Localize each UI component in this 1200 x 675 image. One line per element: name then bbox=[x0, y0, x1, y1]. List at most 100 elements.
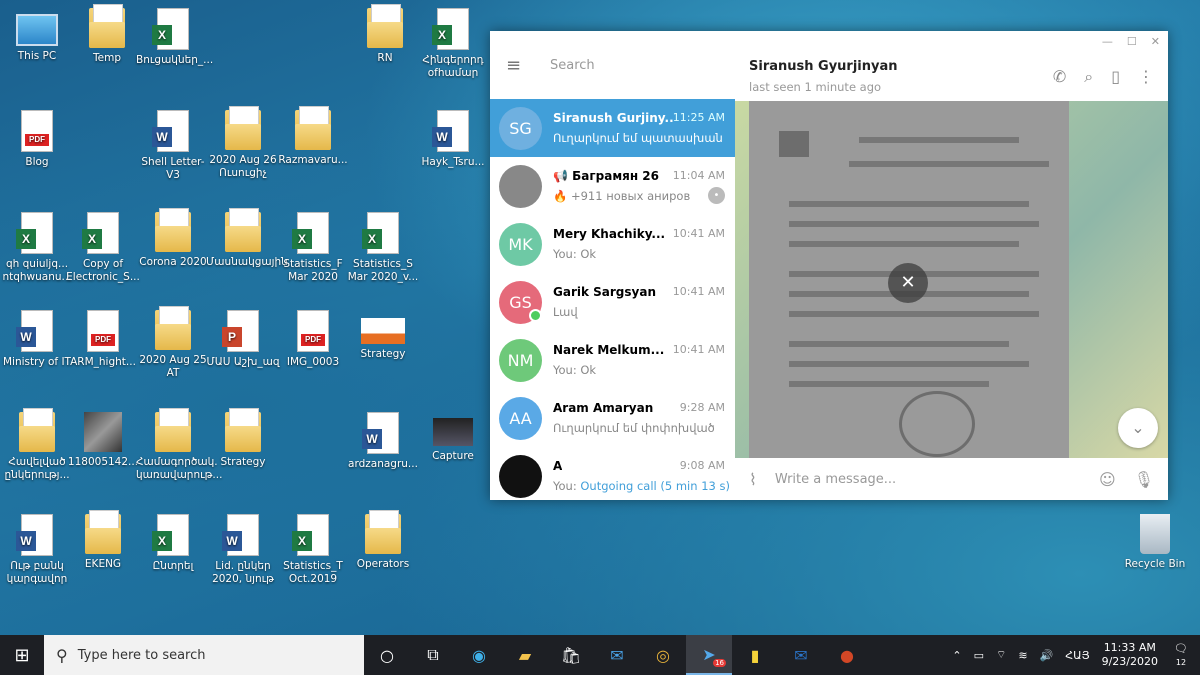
desktop-icon[interactable]: W Ութ բանկ կարգավոր bbox=[0, 514, 74, 586]
desktop-icon[interactable]: Մասնակցային bbox=[206, 208, 288, 269]
language-indicator[interactable]: ՀԱՅ bbox=[1065, 649, 1089, 662]
excel-icon: X bbox=[362, 212, 399, 254]
desktop-icon[interactable]: 2020 Aug 25 AT bbox=[136, 306, 210, 380]
desktop-icon[interactable]: W Hayk_Tsru... bbox=[416, 110, 490, 169]
desktop-icon[interactable]: X Copy of Electronic_S... bbox=[66, 212, 140, 284]
battery-icon[interactable]: ▭ bbox=[974, 649, 984, 662]
chat-list-item[interactable]: 📢 Баграмян 26 11:04 AM 🔥 +911 новых аниров… bbox=[490, 157, 735, 215]
desktop-icon[interactable]: W Shell Letter-V3 bbox=[136, 110, 210, 182]
hamburger-menu-icon[interactable]: ≡ bbox=[506, 55, 524, 76]
message-input[interactable]: Write a message... bbox=[775, 472, 1099, 487]
more-options-icon[interactable]: ⋮ bbox=[1138, 67, 1154, 87]
chat-list-item[interactable]: NM Narek Melkum... 10:41 AM You: Ok bbox=[490, 331, 735, 389]
close-viewer-button[interactable]: ✕ bbox=[888, 263, 928, 303]
search-bar: ≡ Search bbox=[490, 31, 735, 99]
folder-icon bbox=[295, 106, 331, 150]
chat-list-item[interactable]: MK Mery Khachiky... 10:41 AM You: Ok bbox=[490, 215, 735, 273]
chat-list-item[interactable]: GS Garik Sargsyan 10:41 AM Լավ bbox=[490, 273, 735, 331]
chat-preview: Garik Sargsyan 10:41 AM Լավ bbox=[553, 285, 735, 319]
scroll-down-button[interactable]: ⌄ bbox=[1118, 408, 1158, 448]
desktop-icon[interactable]: W Ministry of IT bbox=[0, 310, 74, 369]
desktop-icon[interactable]: X Ընտրել bbox=[136, 514, 210, 573]
volume-icon[interactable]: 🔊 bbox=[1040, 649, 1054, 662]
store-icon[interactable]: 🛍 bbox=[548, 635, 594, 675]
powerpoint-taskbar-icon[interactable]: ● bbox=[824, 635, 870, 675]
desktop-icon[interactable]: PDF IMG_0003 bbox=[276, 310, 350, 369]
chevron-up-icon[interactable]: ⌃ bbox=[952, 649, 961, 662]
desktop-icon[interactable]: W Lid. ընկեր 2020, նյութ bbox=[206, 514, 280, 586]
search-input[interactable]: Search bbox=[550, 58, 595, 73]
windows-start-icon[interactable]: ⊞ bbox=[0, 645, 44, 666]
avatar: GS bbox=[499, 280, 542, 324]
attach-icon[interactable]: ⌇ bbox=[749, 470, 757, 489]
desktop-icon-label: ardzanagru... bbox=[348, 458, 418, 470]
desktop-icon[interactable]: EKENG bbox=[66, 510, 140, 571]
desktop-icon[interactable]: Temp bbox=[70, 4, 144, 65]
desktop-icon[interactable]: X Statistics_S Mar 2020_v... bbox=[346, 212, 420, 284]
desktop-icon[interactable]: PDF Blog bbox=[0, 110, 74, 169]
chat-list-item[interactable]: SG Siranush Gurjiny... 11:25 AM Ուղարկում ե… bbox=[490, 99, 735, 157]
maximize-icon[interactable]: ☐ bbox=[1127, 35, 1137, 48]
chat-header: — ☐ ✕ Siranush Gyurjinyan last seen 1 mi… bbox=[735, 31, 1168, 101]
desktop-icon[interactable]: Operators bbox=[346, 510, 420, 571]
desktop-icon[interactable]: 118005142... bbox=[66, 412, 140, 469]
microphone-icon[interactable]: 🎙 bbox=[1134, 470, 1154, 489]
phone-icon[interactable]: ✆ bbox=[1053, 67, 1066, 87]
close-window-icon[interactable]: ✕ bbox=[1151, 35, 1160, 48]
desktop-icon[interactable]: P ՄԱՍ Աշխ_ազ bbox=[206, 310, 280, 369]
desktop-icon[interactable]: Xqh quiuljq... ntqhwuanu... bbox=[0, 212, 74, 284]
sidebar-toggle-icon[interactable]: ▯ bbox=[1111, 67, 1120, 87]
desktop-icon[interactable]: Strategy bbox=[206, 408, 280, 469]
desktop-icon[interactable]: Համագործակ. կառավարութ... bbox=[136, 408, 222, 482]
desktop-icon[interactable]: X Bnւցակներ_... bbox=[136, 8, 213, 67]
chat-last-message: Ուղարկում եմ փոփոխված bbox=[553, 421, 715, 435]
network-icon[interactable]: ⌔ bbox=[996, 648, 1006, 662]
folder-icon bbox=[155, 306, 191, 350]
chat-time: 11:25 AM bbox=[672, 111, 725, 124]
desktop-icon[interactable]: PDF ARM_hight... bbox=[66, 310, 140, 369]
desktop-icon[interactable]: RN bbox=[348, 4, 422, 65]
desktop-icon[interactable]: Wardzanagru... bbox=[346, 412, 420, 471]
mail-icon[interactable]: ✉ bbox=[594, 635, 640, 675]
chrome-icon[interactable]: ◎ bbox=[640, 635, 686, 675]
desktop-icon[interactable]: X Հինգերորդ ofհամար bbox=[416, 8, 490, 80]
desktop-icon-label: qh quiuljq... ntqhwuanu... bbox=[2, 258, 72, 283]
clock[interactable]: 11:33 AM 9/23/2020 bbox=[1102, 641, 1158, 669]
taskbar-search[interactable]: ⚲ Type here to search bbox=[44, 635, 364, 675]
edge-icon[interactable]: ◉ bbox=[456, 635, 502, 675]
desktop-icon[interactable]: This PC bbox=[0, 8, 74, 63]
desktop-icon[interactable]: X Statistics_F Mar 2020 bbox=[276, 212, 350, 284]
desktop-icon[interactable]: Strategy bbox=[346, 310, 420, 361]
notification-center-icon[interactable]: 🗨12 bbox=[1170, 642, 1192, 668]
excel-icon: X bbox=[292, 212, 329, 254]
outlook-icon[interactable]: ✉ bbox=[778, 635, 824, 675]
avatar: NM bbox=[499, 338, 542, 382]
task-view-icon[interactable]: ⧉ bbox=[410, 635, 456, 675]
minimize-icon[interactable]: — bbox=[1102, 35, 1113, 48]
desktop-icon-label: Strategy bbox=[360, 348, 406, 360]
desktop-icon-label: Մասնակցային bbox=[206, 256, 288, 268]
wifi-icon[interactable]: ≋ bbox=[1018, 649, 1027, 662]
desktop-icon-label: Հինգերորդ ofհամար bbox=[422, 54, 484, 79]
chat-time: 10:41 AM bbox=[672, 227, 725, 240]
desktop-icon[interactable]: Corona 2020 bbox=[136, 208, 210, 269]
telegram-taskbar-icon[interactable]: ➤ 16 bbox=[686, 635, 732, 675]
desktop-icon[interactable]: Recycle Bin bbox=[1118, 514, 1192, 571]
folder-icon bbox=[155, 408, 191, 452]
avatar: AA bbox=[499, 396, 542, 440]
file-explorer-icon[interactable]: ▰ bbox=[502, 635, 548, 675]
desktop-icon[interactable]: Հավելված ընկերությ... bbox=[0, 408, 74, 482]
desktop-icon[interactable]: Capture bbox=[416, 412, 490, 463]
cortana-icon[interactable]: ○ bbox=[364, 635, 410, 675]
chat-list-item[interactable]: A 9:08 AM You: Outgoing call (5 min 13 s) bbox=[490, 447, 735, 505]
desktop-icon[interactable]: 2020 Aug 26 Ուսուցիչ bbox=[206, 106, 280, 180]
chat-title[interactable]: Siranush Gyurjinyan bbox=[749, 59, 898, 74]
window-controls: — ☐ ✕ bbox=[1102, 35, 1160, 48]
chat-list-item[interactable]: AA Aram Amaryan 9:28 AM Ուղարկում եմ փոփոխվ… bbox=[490, 389, 735, 447]
sticky-notes-icon[interactable]: ▮ bbox=[732, 635, 778, 675]
desktop-icon[interactable]: Razmavaru... bbox=[276, 106, 350, 167]
desktop-icon[interactable]: X Statistics_T Oct.2019 bbox=[276, 514, 350, 586]
desktop-icon-label: 118005142... bbox=[67, 456, 139, 468]
search-icon[interactable]: ⌕ bbox=[1084, 67, 1093, 87]
emoji-icon[interactable]: ☺ bbox=[1099, 470, 1116, 489]
